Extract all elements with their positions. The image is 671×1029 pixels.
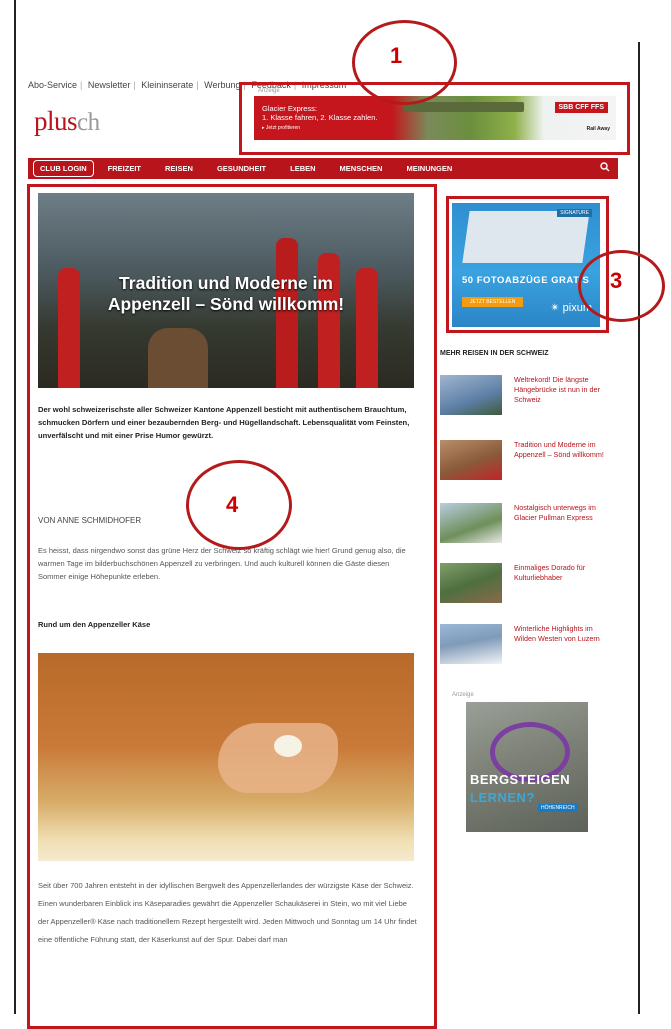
top-nav-kleininserate[interactable]: Kleininserate [141,80,193,90]
annotation-box-3 [446,196,609,333]
sidebar-item-link[interactable]: Winterliche Highlights im Wilden Westen … [514,624,614,644]
sidebar-item[interactable]: Weltrekord! Die längste Hängebrücke ist … [440,375,610,417]
nav-meinungen[interactable]: MEINUNGEN [406,164,452,173]
annotation-number-1: 1 [390,43,403,68]
club-login-button[interactable]: CLUB LOGIN [33,160,94,177]
sidebar-thumb [440,440,502,480]
ad-climb-line1: BERGSTEIGEN [470,772,571,787]
sidebar-item-link[interactable]: Tradition und Moderne im Appenzell – Sön… [514,440,614,460]
annotation-number-3: 3 [610,268,623,293]
sidebar-item[interactable]: Winterliche Highlights im Wilden Westen … [440,624,610,666]
ad-climb-label: Anzeige [452,692,474,698]
annotation-circle-4 [186,460,292,550]
frame-border-left [14,0,16,1014]
logo-suffix: ch [77,109,100,136]
ad-sidebar-climbing[interactable]: BERGSTEIGEN LERNEN? HÖHENREICH [466,702,588,832]
sidebar-item-link[interactable]: Weltrekord! Die längste Hängebrücke ist … [514,375,614,405]
nav-reisen[interactable]: REISEN [165,164,193,173]
sidebar-thumb [440,375,502,415]
sidebar-item[interactable]: Tradition und Moderne im Appenzell – Sön… [440,440,610,482]
logo-brand: plus [34,106,78,136]
top-nav-abo[interactable]: Abo-Service [28,80,77,90]
frame-border-right [638,42,640,1014]
main-nav: CLUB LOGIN FREIZEIT REISEN GESUNDHEIT LE… [28,158,618,179]
annotation-circle-1 [352,20,457,105]
sidebar-thumb [440,563,502,603]
sidebar-item[interactable]: Nostalgisch unterwegs im Glacier Pullman… [440,503,610,545]
top-nav-werbung[interactable]: Werbung [204,80,240,90]
sidebar-item-link[interactable]: Einmaliges Dorado für Kulturliebhaber [514,563,614,583]
sidebar-heading: MEHR REISEN IN DER SCHWEIZ [440,350,549,357]
sidebar-item-link[interactable]: Nostalgisch unterwegs im Glacier Pullman… [514,503,614,523]
annotation-number-4: 4 [226,492,239,517]
nav-leben[interactable]: LEBEN [290,164,315,173]
annotation-box-4 [27,184,437,1029]
nav-gesundheit[interactable]: GESUNDHEIT [217,164,266,173]
site-logo[interactable]: plusch [34,106,100,137]
nav-freizeit[interactable]: FREIZEIT [108,164,141,173]
ad-climb-line2: LERNEN? [470,790,535,805]
sidebar-item[interactable]: Einmaliges Dorado für Kulturliebhaber [440,563,610,605]
sidebar-thumb [440,624,502,664]
sidebar-thumb [440,503,502,543]
top-nav-newsletter[interactable]: Newsletter [88,80,131,90]
ad-climb-badge: HÖHENREICH [538,804,578,812]
nav-menschen[interactable]: MENSCHEN [340,164,383,173]
search-icon[interactable] [600,162,610,175]
